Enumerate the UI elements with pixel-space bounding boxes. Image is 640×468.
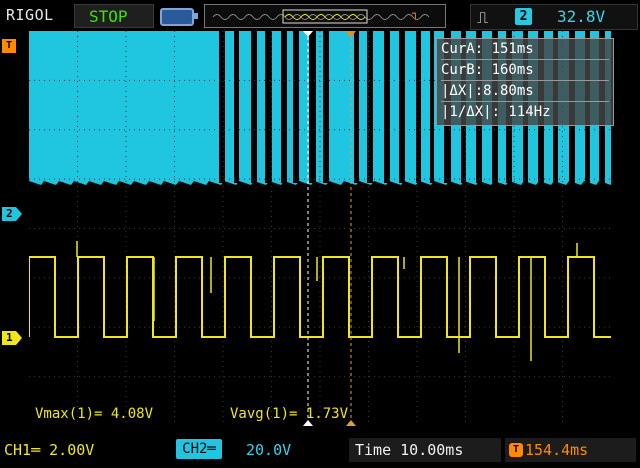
ch2-pulse-gap [384,31,390,183]
ch2-pulse-gap [430,31,434,183]
brand-label: RIGOL [6,6,54,24]
trigger-position-icon: ┐ [412,7,419,20]
trigger-source-badge: 2 [515,8,532,25]
bottom-status-bar: CH1═ 2.00V CH2═ 20.0V Time 10.00ms T 154… [0,432,640,468]
trigger-offset-icon: T [509,443,523,457]
trigger-level-value: 32.8V [557,7,606,26]
ch2-pulse-gap [309,31,316,183]
ch1-scale-label[interactable]: CH1═ 2.00V [4,441,94,459]
vmax-measurement: Vmax(1)= 4.08V [35,406,154,422]
cursor-a-readout: CurA: 151ms [441,41,609,60]
rising-edge-icon: ⎍ [477,8,489,27]
ch2-pulse-gap [399,31,405,183]
memory-overview-wave [212,9,430,24]
ch2-scale-value[interactable]: 20.0V [246,441,291,459]
ch2-pulse-gap [323,31,329,183]
ch2-pulse-gap [354,31,359,183]
ch2-pulse-gap [251,31,257,183]
memory-depth-indicator: ┐ [204,4,446,28]
trigger-offset-value: 154.4ms [525,441,589,459]
ch2-pulse-gap [265,31,272,183]
cursor-readout-panel: CurA: 151ms CurB: 160ms |ΔX|:8.80ms |1/Δ… [436,38,614,126]
ch1-offset-marker[interactable]: 1 [2,331,22,345]
channel-markers: T 2 1 [0,31,29,426]
trigger-marker-icon[interactable]: T [2,39,16,53]
ch2-offset-marker[interactable]: 2 [2,207,22,221]
ch2-pulse-gap [293,31,299,183]
ch2-pulse-gap [281,31,287,183]
ch2-pulse-gap [234,31,239,183]
timebase-panel[interactable]: Time 10.00ms [349,438,501,462]
run-state-label: STOP [89,7,128,26]
ch2-pulse-gap [219,31,225,183]
usb-storage-icon [160,8,198,26]
ch2-channel-badge[interactable]: CH2═ [176,439,222,459]
run-stop-indicator[interactable]: STOP [74,4,154,28]
vavg-measurement: Vavg(1)= 1.73V [230,406,349,422]
cursor-b-readout: CurB: 160ms [441,62,609,81]
cursor-frequency-readout: |1/ΔX|: 114Hz [441,104,551,120]
top-status-bar: RIGOL STOP ┐ ⎍ 2 32.8V [0,0,640,34]
timebase-value: Time 10.00ms [355,441,464,459]
cursor-delta-readout: |ΔX|:8.80ms [441,83,609,102]
trigger-status-panel[interactable]: ⎍ 2 32.8V [470,4,638,30]
trigger-offset-panel[interactable]: T 154.4ms [505,438,636,462]
ch2-pulse-gap [367,31,373,183]
